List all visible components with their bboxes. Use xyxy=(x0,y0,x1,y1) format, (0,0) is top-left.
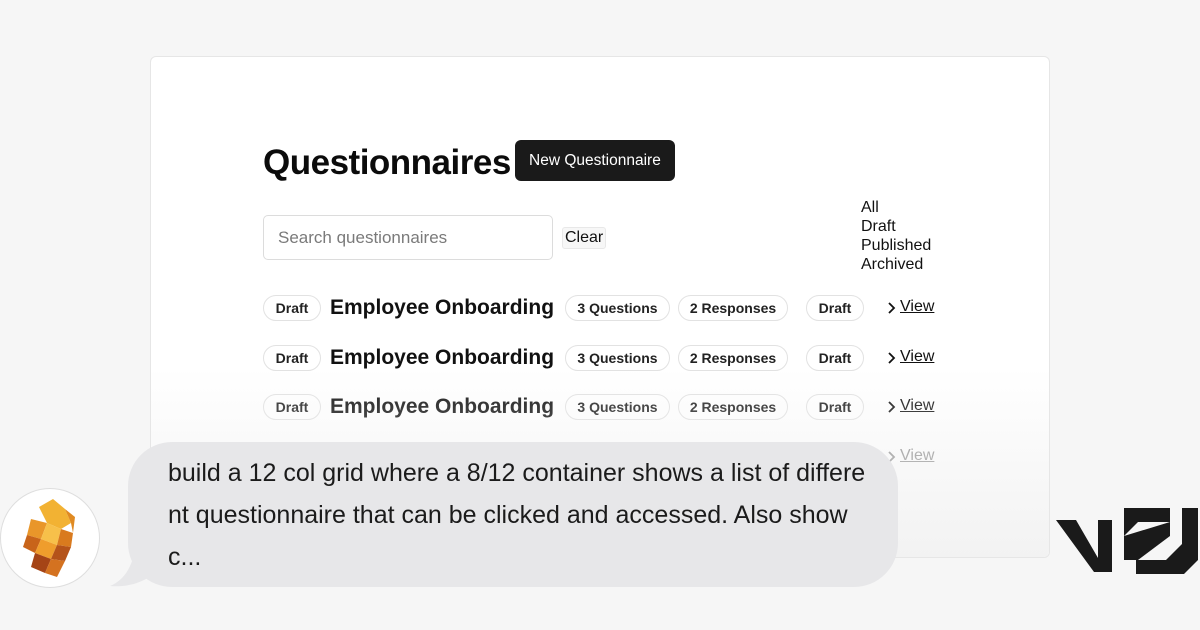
status-badge: Draft xyxy=(806,345,864,371)
responses-count-badge: 2 Responses xyxy=(678,345,788,371)
clear-button[interactable]: Clear xyxy=(562,227,607,249)
questionnaire-row[interactable]: Draft Employee Onboarding 3 Questions 2 … xyxy=(263,394,943,422)
search-input[interactable] xyxy=(263,215,553,260)
status-badge: Draft xyxy=(806,394,864,420)
chevron-right-icon xyxy=(888,302,896,314)
v0-logo-icon xyxy=(1056,508,1198,574)
chat-message-text: build a 12 col grid where a 8/12 contain… xyxy=(168,459,866,571)
questionnaire-title[interactable]: Employee Onboarding xyxy=(330,395,554,419)
view-link[interactable]: View xyxy=(900,348,934,366)
responses-count-badge: 2 Responses xyxy=(678,394,788,420)
new-questionnaire-button[interactable]: New Questionnaire xyxy=(515,140,675,181)
questionnaire-title[interactable]: Employee Onboarding xyxy=(330,296,554,320)
filter-option-draft[interactable]: Draft xyxy=(861,217,931,236)
status-filter-list: All Draft Published Archived xyxy=(861,198,931,274)
draft-badge: Draft xyxy=(263,394,321,420)
chevron-right-icon xyxy=(888,352,896,364)
view-link[interactable]: View xyxy=(900,298,934,316)
lion-avatar-icon xyxy=(0,488,100,588)
questionnaire-row[interactable]: Draft Employee Onboarding 3 Questions 2 … xyxy=(263,345,943,373)
draft-badge: Draft xyxy=(263,345,321,371)
chevron-right-icon xyxy=(888,401,896,413)
page-title: Questionnaires xyxy=(263,143,511,182)
status-badge: Draft xyxy=(806,295,864,321)
view-link[interactable]: View xyxy=(900,397,934,415)
questionnaire-row[interactable]: Draft Employee Onboarding 3 Questions 2 … xyxy=(263,295,943,323)
responses-count-badge: 2 Responses xyxy=(678,295,788,321)
draft-badge: Draft xyxy=(263,295,321,321)
view-link[interactable]: View xyxy=(900,447,934,465)
filter-option-archived[interactable]: Archived xyxy=(861,255,931,274)
questions-count-badge: 3 Questions xyxy=(565,394,670,420)
filter-option-all[interactable]: All xyxy=(861,198,931,217)
questions-count-badge: 3 Questions xyxy=(565,345,670,371)
questions-count-badge: 3 Questions xyxy=(565,295,670,321)
questionnaire-title[interactable]: Employee Onboarding xyxy=(330,346,554,370)
filter-option-published[interactable]: Published xyxy=(861,236,931,255)
